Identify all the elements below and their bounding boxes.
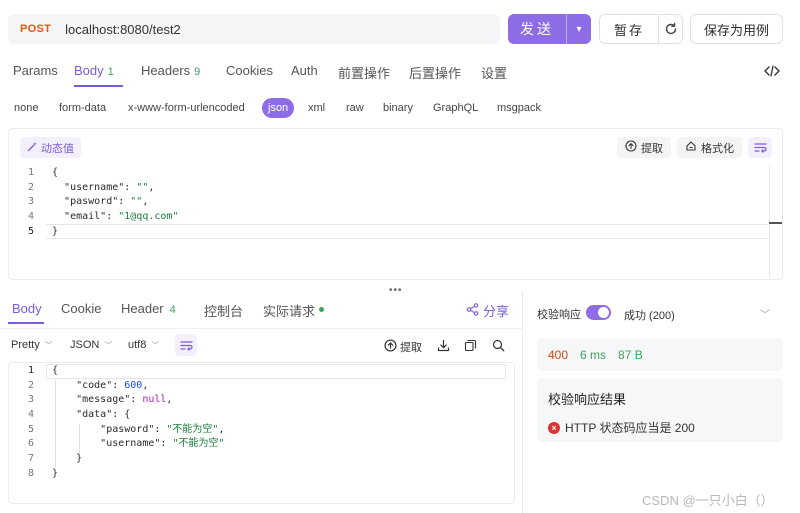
response-time: 6 ms [580,347,607,362]
editor-scroll-marker [769,222,782,224]
validation-status: 成功 (200) [624,310,675,322]
resp-extract-button[interactable]: 提取 [384,339,422,355]
response-body-code[interactable]: { "code": 600, "message": null, "data": … [52,364,224,482]
download-icon[interactable] [435,337,451,353]
validation-result-panel: 校验响应结果 × HTTP 状态码应当是 200 [537,378,783,442]
chevron-down-icon: ﹀ [44,340,53,350]
json-key: "email" [64,211,107,223]
resp-tab-header[interactable]: Header 4 [121,301,176,316]
chevron-down-icon: ﹀ [151,340,160,350]
status-code: 400 [548,347,569,362]
json-key: "username" [64,181,125,193]
validation-result-item: × HTTP 状态码应当是 200 [548,419,695,436]
json-key: "data" [76,409,113,421]
error-icon: × [548,421,560,434]
format-icon [685,140,697,155]
copy-icon[interactable] [462,337,478,353]
body-type-graphql[interactable]: GraphQL [433,102,478,114]
extract-button[interactable]: 提取 [617,137,671,158]
watermark: CSDN @一只小白（） [642,493,774,508]
upload-circle-icon [384,339,397,355]
save-as-case-button[interactable]: 保存为用例 [690,14,783,44]
resp-tab-cookie[interactable]: Cookie [61,301,101,316]
wrap-lines-icon[interactable] [748,137,772,158]
validate-response-label: 校验响应 [537,309,581,321]
drag-handle-icon[interactable]: ••• [389,285,403,296]
json-null: null [142,394,167,406]
tab-pre-operation[interactable]: 前置操作 [338,63,390,82]
resp-tab-body[interactable]: Body [12,301,42,316]
json-key: "pasword" [64,196,119,208]
response-panel-divider [522,291,523,513]
code-view-icon[interactable] [762,62,782,80]
tab-auth[interactable]: Auth [291,63,318,78]
wand-icon [27,141,38,155]
headers-count-badge: 9 [194,66,201,78]
chevron-down-icon[interactable]: ﹀ [760,306,770,321]
tab-post-operation[interactable]: 后置操作 [409,63,461,82]
json-key: "code" [76,379,113,391]
share-button[interactable]: 分享 [466,301,509,320]
url-input[interactable]: localhost:8080/test2 [65,22,181,37]
share-icon [466,302,479,319]
tab-body[interactable]: Body 1 [74,63,114,78]
active-tab-indicator [74,85,123,87]
json-string: "不能为空" [166,423,219,435]
request-body-code[interactable]: { "username": "", "pasword": "", "email"… [52,166,178,239]
body-count-badge: 1 [107,66,114,78]
dynamic-value-button[interactable]: 动态值 [20,137,81,158]
send-button[interactable]: 发送 ▾ [508,14,591,44]
search-icon[interactable] [490,337,506,353]
json-key: "pasword" [100,423,155,435]
url-bar[interactable]: POST localhost:8080/test2 [8,14,500,44]
validation-result-title: 校验响应结果 [548,392,627,407]
upload-circle-icon [625,140,637,155]
validate-response-toggle[interactable] [586,305,611,320]
response-stats: 400 6 ms 87 B [537,338,783,371]
json-string: "" [136,181,149,193]
resp-wrap-lines-icon[interactable] [175,334,197,356]
send-label: 发送 [520,21,554,37]
body-type-selector: none form-data x-www-form-urlencoded jso… [0,98,600,120]
tab-headers[interactable]: Headers 9 [141,63,200,78]
tab-cookies[interactable]: Cookies [226,63,273,78]
encoding-select[interactable]: utf8 ﹀ [128,339,159,351]
response-size: 87 B [618,347,643,362]
body-type-binary[interactable]: binary [383,102,413,114]
request-line-numbers: 1 2 3 4 5 [27,167,34,237]
format-select[interactable]: JSON ﹀ [70,339,112,351]
status-dot [319,307,325,313]
http-method[interactable]: POST [20,23,51,35]
json-string: "1@qq.com" [118,211,179,223]
json-number: 600 [124,379,143,391]
resp-active-tab-indicator [8,322,44,324]
save-button[interactable]: 暂存 [600,20,658,39]
json-key: "username" [100,438,161,450]
view-mode-select[interactable]: Pretty ﹀ [11,339,53,351]
header-count-badge: 4 [169,304,176,316]
body-type-urlencoded[interactable]: x-www-form-urlencoded [128,102,245,114]
resp-tab-actual-request[interactable]: 实际请求 [263,301,325,320]
body-type-xml[interactable]: xml [308,102,325,114]
json-string: "" [130,196,143,208]
tab-params[interactable]: Params [13,63,58,78]
json-string: "不能为空" [172,438,225,450]
send-dropdown-chevron-icon[interactable]: ▾ [567,24,591,35]
format-button[interactable]: 格式化 [677,137,742,158]
tab-settings[interactable]: 设置 [481,63,507,82]
chevron-down-icon: ﹀ [104,340,113,350]
response-line-numbers: 1 2 3 4 5 6 7 8 [27,365,34,479]
json-key: "message" [76,394,131,406]
body-type-msgpack[interactable]: msgpack [497,102,541,114]
request-tabs: Params Body 1 Headers 9 Cookies Auth 前置操作 … [0,58,800,86]
body-type-raw[interactable]: raw [346,102,364,114]
resp-tab-console[interactable]: 控制台 [204,301,243,320]
save-group: 暂存 [599,14,683,44]
toggle-knob [598,307,609,318]
body-type-form-data[interactable]: form-data [59,102,106,114]
body-type-none[interactable]: none [14,102,38,114]
response-tabs-divider [0,328,522,329]
body-type-json[interactable]: json [262,98,295,118]
reload-icon[interactable] [659,22,682,36]
